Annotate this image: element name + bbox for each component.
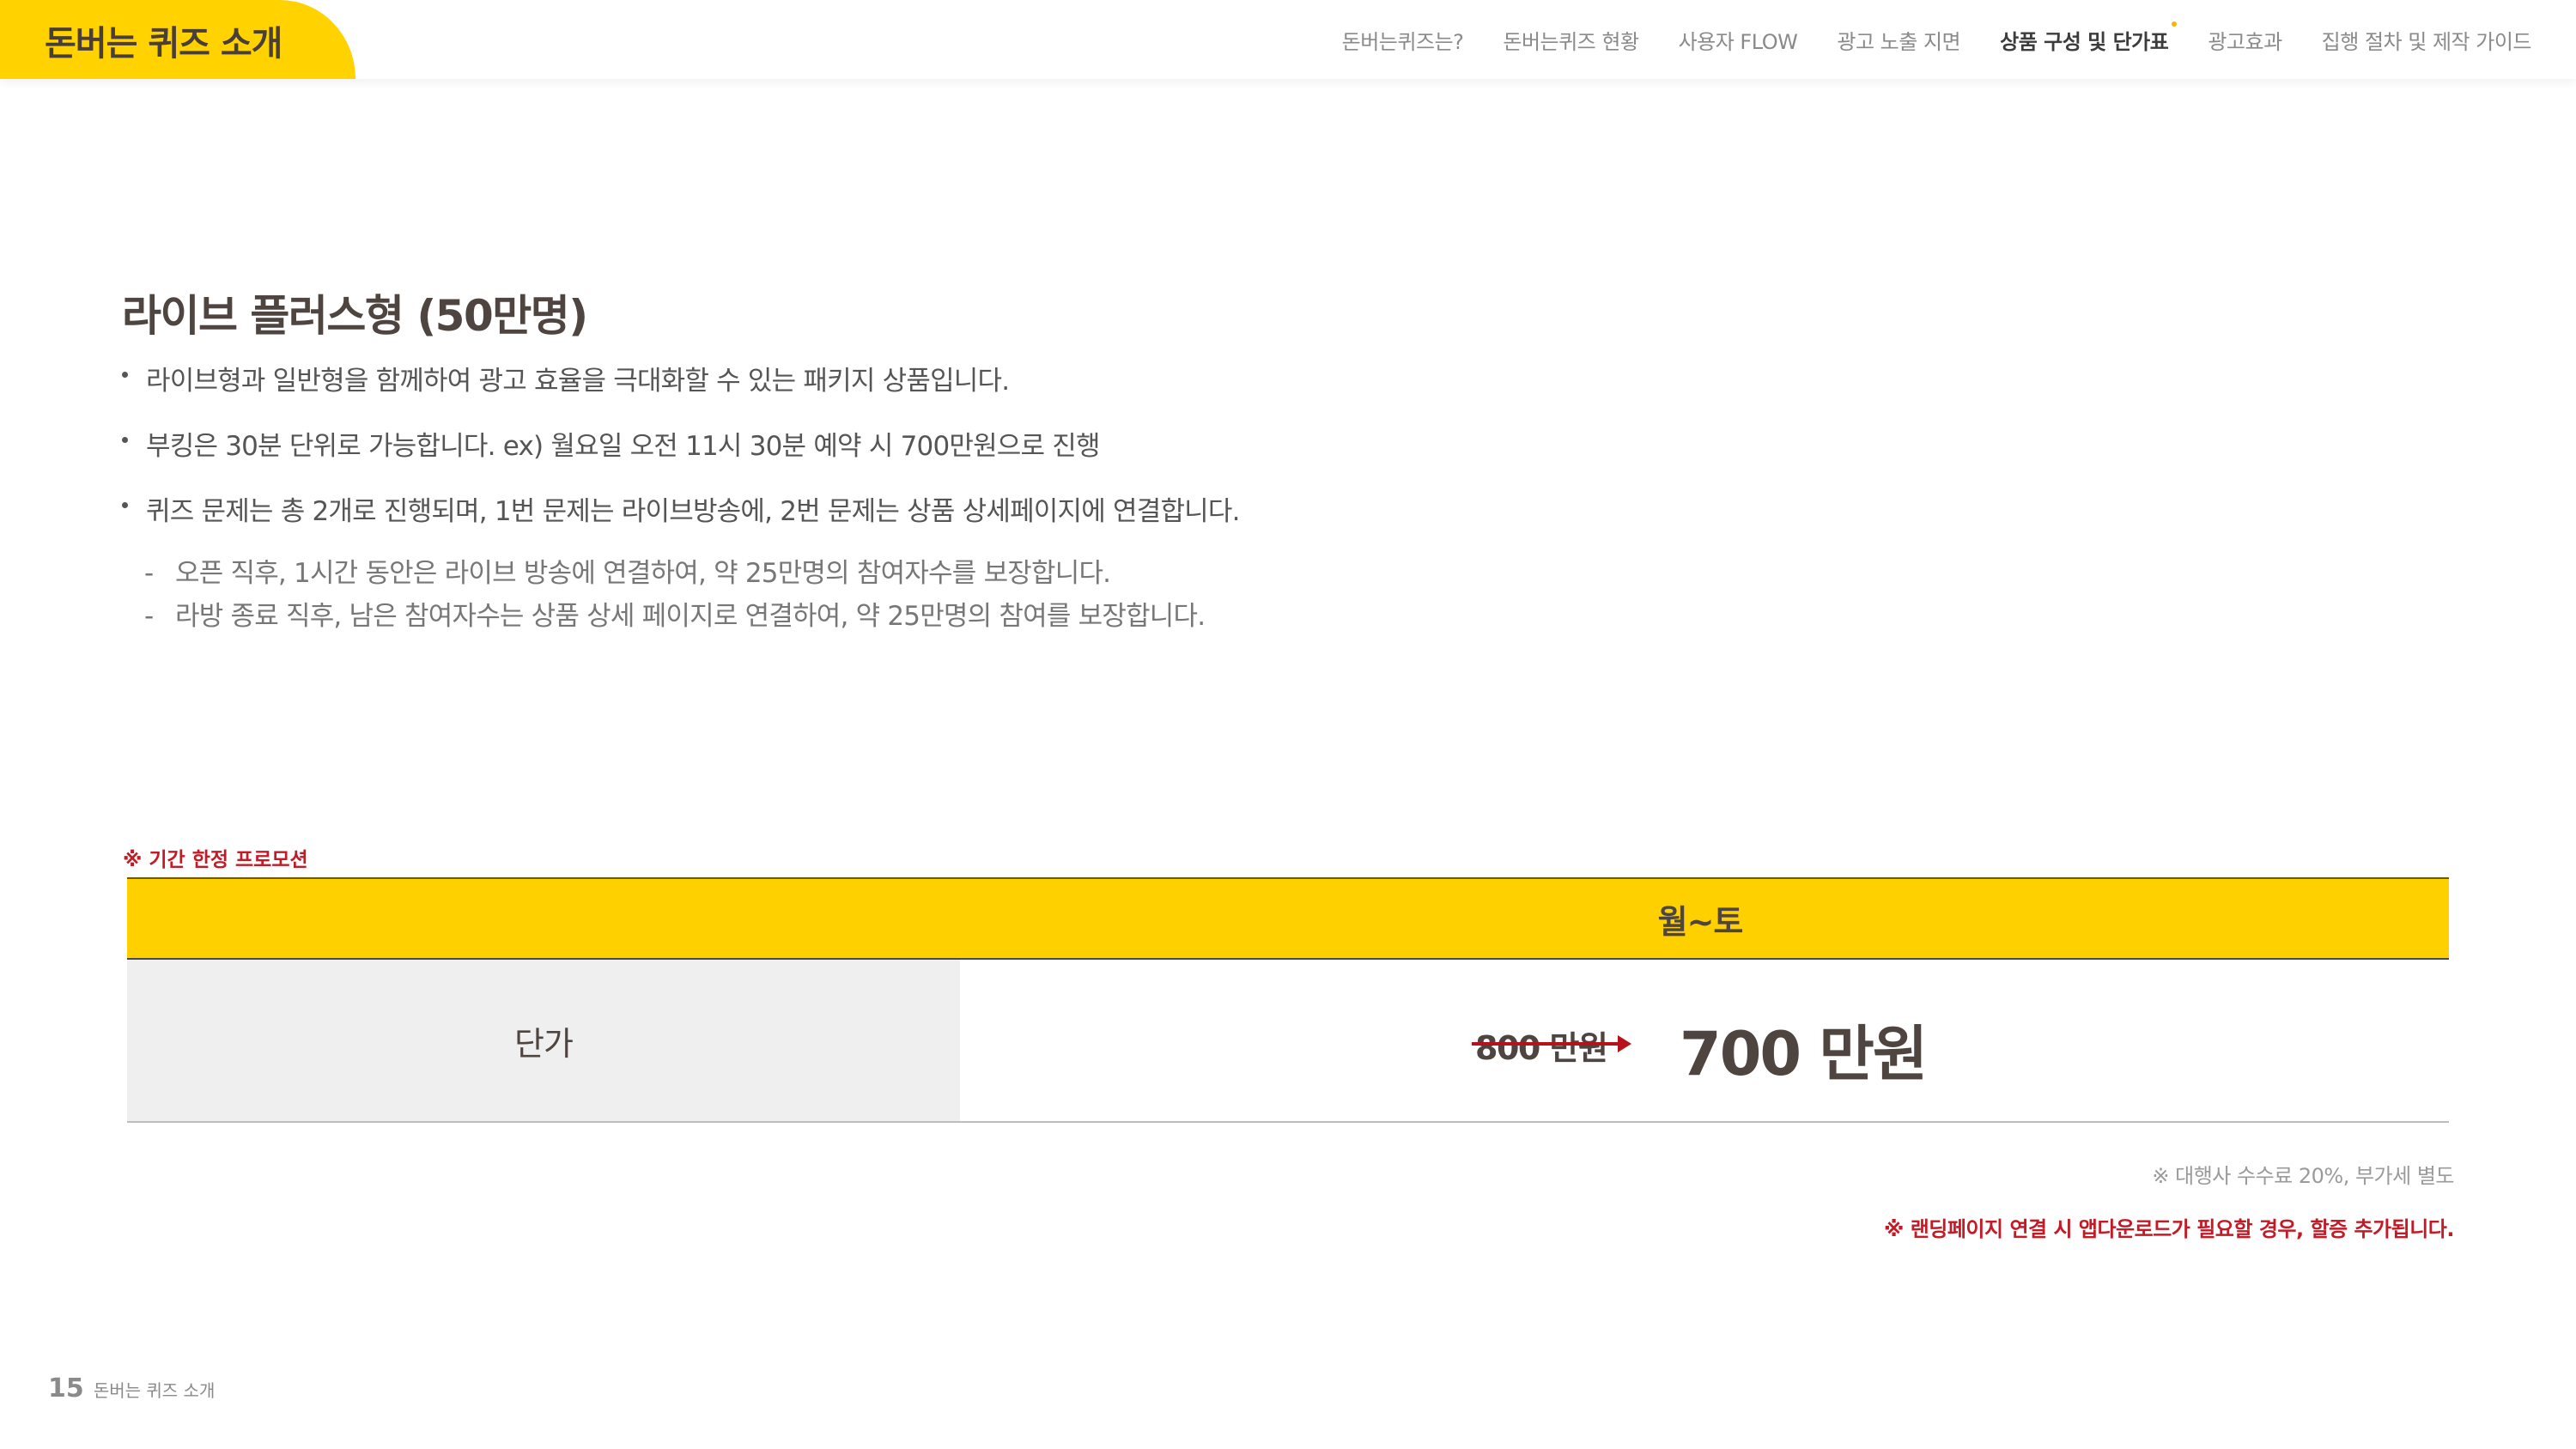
bullet-list: 라이브형과 일반형을 함께하여 광고 효율을 극대화할 수 있는 패키지 상품입… <box>122 359 1496 555</box>
bullet-dot-icon <box>122 437 128 443</box>
bullet-item: 라이브형과 일반형을 함께하여 광고 효율을 극대화할 수 있는 패키지 상품입… <box>122 359 1496 397</box>
price-table: 월~토 단가 800 만원 700 만원 <box>127 877 2449 1123</box>
bullet-item: 퀴즈 문제는 총 2개로 진행되며, 1번 문제는 라이브방송에, 2번 문제는… <box>122 489 1496 527</box>
table-header-row: 월~토 <box>127 877 2449 960</box>
sub-item-text: 라방 종료 직후, 남은 참여자수는 상품 상세 페이지로 연결하여, 약 25… <box>175 601 1206 632</box>
table-header-days: 월~토 <box>1657 902 1744 941</box>
bullet-text: 퀴즈 문제는 총 2개로 진행되며, 1번 문제는 라이브방송에, 2번 문제는… <box>146 496 1240 527</box>
dash-marker: - <box>144 601 154 632</box>
nav-item-products-pricing-label: 상품 구성 및 단가표 <box>2000 29 2169 54</box>
footer-label: 돈버는 퀴즈 소개 <box>93 1380 216 1401</box>
promo-note: ※ 기간 한정 프로모션 <box>123 849 308 871</box>
sub-item-text: 오픈 직후, 1시간 동안은 라이브 방송에 연결하여, 약 25만명의 참여자… <box>175 558 1111 589</box>
brand-title: 돈버는 퀴즈 소개 <box>45 24 283 64</box>
sub-item: - 라방 종료 직후, 남은 참여자수는 상품 상세 페이지로 연결하여, 약 2… <box>144 594 1206 632</box>
slide-page: 돈버는 퀴즈 소개 돈버는퀴즈는? 돈버는퀴즈 현황 사용자 FLOW 광고 노… <box>0 0 2576 1449</box>
footer: 15 돈버는 퀴즈 소개 <box>48 1373 215 1404</box>
nav-item-products-pricing[interactable]: 상품 구성 및 단가표 <box>2000 21 2178 55</box>
strikethrough-arrow-line <box>1472 1042 1623 1046</box>
nav-item-status[interactable]: 돈버는퀴즈 현황 <box>1503 25 1639 55</box>
top-header: 돈버는 퀴즈 소개 돈버는퀴즈는? 돈버는퀴즈 현황 사용자 FLOW 광고 노… <box>0 0 2576 79</box>
sub-item: - 오픈 직후, 1시간 동안은 라이브 방송에 연결하여, 약 25만명의 참여… <box>144 551 1205 589</box>
bullet-text: 라이브형과 일반형을 함께하여 광고 효율을 극대화할 수 있는 패키지 상품입… <box>146 366 1010 397</box>
bullet-dot-icon <box>122 372 128 378</box>
section-title: 라이브 플러스형 (50만명) <box>122 291 588 341</box>
row-label-cell: 단가 <box>127 960 960 1121</box>
arrow-right-icon <box>1618 1035 1631 1052</box>
sub-item-list: - 오픈 직후, 1시간 동안은 라이브 방송에 연결하여, 약 25만명의 참여… <box>144 551 1206 637</box>
dash-marker: - <box>144 558 154 589</box>
new-price: 700 만원 <box>1680 1019 1928 1089</box>
nav-item-production-guide[interactable]: 집행 절차 및 제작 가이드 <box>2322 25 2532 55</box>
fee-note: ※ 대행사 수수료 20%, 부가세 별도 <box>2152 1164 2454 1188</box>
nav-item-ad-placement[interactable]: 광고 노출 지면 <box>1837 25 1960 55</box>
nav-item-ad-effect[interactable]: 광고효과 <box>2208 25 2282 55</box>
active-indicator-dot <box>2172 21 2178 27</box>
top-nav: 돈버는퀴즈는? 돈버는퀴즈 현황 사용자 FLOW 광고 노출 지면 상품 구성… <box>1303 21 2532 57</box>
bullet-item: 부킹은 30분 단위로 가능합니다. ex) 월요일 오전 11시 30분 예약… <box>122 424 1496 462</box>
nav-item-intro[interactable]: 돈버는퀴즈는? <box>1342 25 1464 55</box>
page-number: 15 <box>48 1373 84 1404</box>
bullet-dot-icon <box>122 502 128 508</box>
landing-surcharge-note: ※ 랜딩페이지 연결 시 앱다운로드가 필요할 경우, 할증 추가됩니다. <box>1884 1217 2455 1241</box>
price-cell: 800 만원 700 만원 <box>960 960 2449 1121</box>
bullet-text: 부킹은 30분 단위로 가능합니다. ex) 월요일 오전 11시 30분 예약… <box>146 431 1101 462</box>
nav-item-user-flow[interactable]: 사용자 FLOW <box>1679 25 1798 55</box>
table-row: 단가 800 만원 700 만원 <box>127 960 2449 1123</box>
